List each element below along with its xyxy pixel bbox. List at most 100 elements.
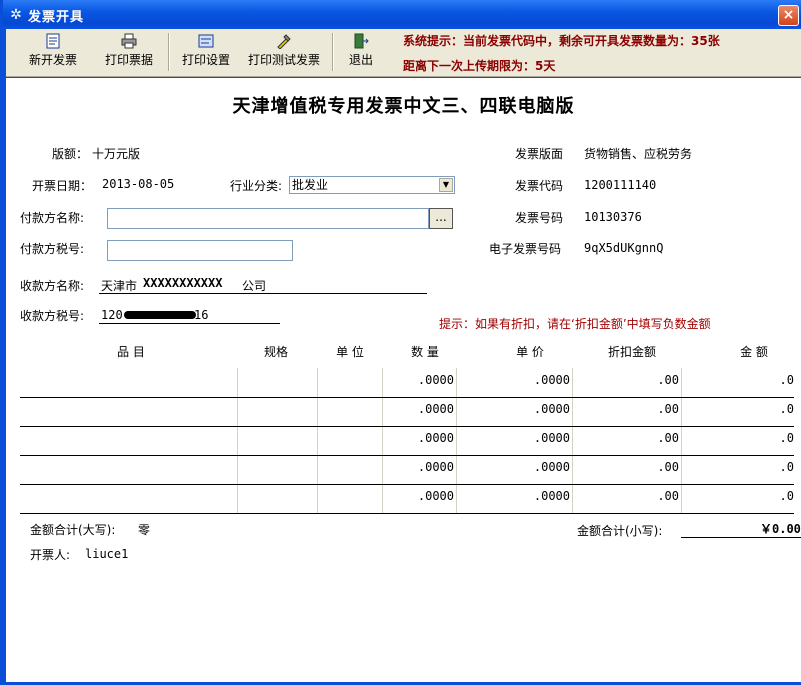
discount-cell[interactable]: .00 [576,431,679,445]
unit-price-cell[interactable]: .0000 [460,402,570,416]
industry-select[interactable]: 批发业 ▼ [289,176,455,194]
payer-name-input[interactable] [107,208,429,229]
payee-name-suffix: 公司 [242,279,267,293]
invoice-window: ✲ 发票开具 × 新开发票 打印票据 打印设置 打印测试发票 退出 系统提示：当… [0,0,801,685]
toolbar: 新开发票 打印票据 打印设置 打印测试发票 退出 系统提示：当前发票代码中，剩余… [6,29,801,77]
grid-line [681,368,682,514]
invoice-face-value: 货物销售、应税劳务 [584,147,693,161]
print-test-icon [276,33,292,50]
amount-cell: .0 [779,373,794,387]
redaction-scribble [124,311,196,319]
form-title: 天津增值税专用发票中文三、四联电脑版 [232,96,575,117]
browse-payer-button[interactable]: ... [429,208,453,229]
print-receipt-button[interactable]: 打印票据 [98,33,160,71]
total-upper-value: 零 [138,523,151,537]
issuer-value: liuce1 [85,547,129,561]
total-lower-label: 金额合计(小写): [577,524,663,538]
unit-price-cell[interactable]: .0000 [460,431,570,445]
amount-cell: .0 [779,489,794,503]
exit-button[interactable]: 退出 [342,33,380,71]
invoice-number-label: 发票号码 [515,211,564,225]
row-divider [20,397,794,398]
invoice-code-label: 发票代码 [515,179,564,193]
discount-cell[interactable]: .00 [576,373,679,387]
row-divider [20,513,794,514]
payee-tax-prefix: 120 [101,308,123,322]
col-header-unit: 单 位 [336,345,364,359]
payer-tax-input[interactable] [107,240,293,261]
issuer-label: 开票人: [30,548,71,562]
date-label: 开票日期： [32,179,93,193]
amount-cell: .0 [779,460,794,474]
total-lower-underline [681,537,801,538]
invoice-face-label: 发票版面 [515,147,564,161]
payee-name-masked: XXXXXXXXXXX [143,276,223,290]
print-settings-label: 打印设置 [181,53,230,67]
print-test-invoice-button[interactable]: 打印测试发票 [244,33,324,71]
new-invoice-icon [45,33,61,49]
total-lower-value: ￥0.00 [760,522,801,536]
industry-selected-value: 批发业 [292,178,329,192]
discount-cell[interactable]: .00 [576,489,679,503]
quantity-cell[interactable]: .0000 [386,373,454,387]
invoice-code-value: 1200111140 [584,178,657,192]
unit-price-cell[interactable]: .0000 [460,373,570,387]
quantity-cell[interactable]: .0000 [386,431,454,445]
amount-cell: .0 [779,402,794,416]
col-header-quantity: 数 量 [411,345,439,359]
unit-price-cell[interactable]: .0000 [460,489,570,503]
edition-label: 版额： [52,147,89,161]
payee-name-underline [99,293,427,294]
payee-tax-underline [99,323,280,324]
chevron-down-icon[interactable]: ▼ [439,178,453,192]
invoice-number-value: 10130376 [584,210,642,224]
unit-price-cell[interactable]: .0000 [460,460,570,474]
print-test-invoice-label: 打印测试发票 [247,53,320,67]
gear-icon: ✲ [10,7,22,23]
print-receipt-label: 打印票据 [104,53,153,67]
grid-line [237,368,238,514]
window-title: 发票开具 [28,10,85,25]
payee-name-prefix: 天津市 [101,279,138,293]
date-value: 2013-08-05 [102,177,175,191]
new-invoice-label: 新开发票 [28,53,77,67]
amount-cell: .0 [779,431,794,445]
close-button[interactable]: × [778,5,799,26]
row-divider [20,426,794,427]
grid-line [382,368,383,514]
invoice-form: 天津增值税专用发票中文三、四联电脑版 版额： 十万元版 发票版面 货物销售、应税… [6,78,801,682]
print-settings-button[interactable]: 打印设置 [178,33,234,71]
print-settings-icon [198,33,214,49]
col-header-spec: 规格 [263,345,288,359]
exit-icon [353,33,369,49]
discount-cell[interactable]: .00 [576,402,679,416]
row-divider [20,484,794,485]
edition-value: 十万元版 [92,147,141,161]
new-invoice-button[interactable]: 新开发票 [22,33,84,71]
row-divider [20,455,794,456]
grid-line [317,368,318,514]
quantity-cell[interactable]: .0000 [386,460,454,474]
industry-label: 行业分类: [230,179,283,193]
col-header-unit-price: 单 价 [516,345,544,359]
e-invoice-label: 电子发票号码 [489,242,562,256]
toolbar-separator [168,33,170,71]
col-header-item: 品 目 [117,345,145,359]
payee-tax-label: 收款方税号: [20,309,85,323]
printer-icon [121,33,137,49]
col-header-amount: 金 额 [740,345,768,359]
payer-tax-label: 付款方税号: [20,242,85,256]
quantity-cell[interactable]: .0000 [386,402,454,416]
toolbar-separator [332,33,334,71]
payee-tax-suffix: 16 [194,308,209,322]
quantity-cell[interactable]: .0000 [386,489,454,503]
system-notice-line-1: 系统提示：当前发票代码中，剩余可开具发票数量为：35张 [403,34,720,48]
payer-name-label: 付款方名称: [20,211,85,225]
payee-name-label: 收款方名称: [20,279,85,293]
total-upper-label: 金额合计(大写): [30,523,116,537]
e-invoice-value: 9qX5dUKgnnQ [584,241,664,255]
discount-cell[interactable]: .00 [576,460,679,474]
grid-line [456,368,457,514]
col-header-discount: 折扣金额 [607,345,656,359]
system-notice-line-2: 距离下一次上传期限为：5天 [403,59,556,73]
